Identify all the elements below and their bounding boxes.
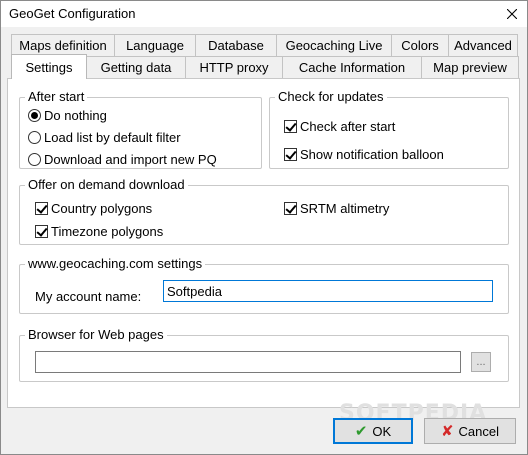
geocaching-title: www.geocaching.com settings [25,256,206,272]
tab-map-preview[interactable]: Map preview [421,56,519,78]
tab-label: Settings [25,59,73,75]
tab-label: Maps definition [19,38,107,53]
tab-label: Colors [401,38,439,53]
config-dialog: GeoGet Configuration Maps definition Lan… [0,0,528,455]
on-demand-group: Offer on demand download Country polygon… [19,177,509,245]
check-after-start[interactable]: Check after start [284,119,395,134]
tab-database[interactable]: Database [195,34,277,56]
tab-settings[interactable]: Settings [11,54,87,79]
tab-label: Geocaching Live [285,38,383,53]
tab-http-proxy[interactable]: HTTP proxy [185,56,283,78]
tab-label: HTTP proxy [199,60,269,75]
checkbox-label: Show notification balloon [300,147,444,162]
check-timezone-polygons[interactable]: Timezone polygons [35,224,163,239]
tab-geocaching-live[interactable]: Geocaching Live [276,34,392,56]
radio-button[interactable] [28,153,41,166]
cross-icon: ✘ [440,423,454,440]
account-name-label: My account name: [35,289,142,304]
tab-label: Getting data [100,60,172,75]
close-button[interactable] [497,1,527,27]
radio-do-nothing[interactable]: Do nothing [28,108,107,123]
browser-path-input[interactable] [35,351,461,373]
tab-label: Cache Information [298,60,406,75]
check-country-polygons[interactable]: Country polygons [35,201,152,216]
tab-maps-definition[interactable]: Maps definition [11,34,115,56]
check-srtm-altimetry[interactable]: SRTM altimetry [284,201,389,216]
geocaching-group: www.geocaching.com settings My account n… [19,256,509,314]
check-updates-title: Check for updates [275,89,387,105]
tab-advanced[interactable]: Advanced [448,34,518,56]
check-notification-balloon[interactable]: Show notification balloon [284,147,444,162]
cancel-label: Cancel [458,423,500,439]
settings-panel: After start Do nothing Load list by defa… [7,78,520,408]
tab-label: Database [208,38,264,53]
checkbox-label: Timezone polygons [51,224,164,239]
check-icon: ✔ [354,423,368,440]
radio-label: Do nothing [44,108,107,123]
cancel-button[interactable]: ✘ Cancel [424,418,516,444]
radio-button[interactable] [28,109,41,122]
window-title: GeoGet Configuration [9,6,136,21]
checkbox[interactable] [284,202,297,215]
checkbox-label: Country polygons [51,201,153,216]
checkbox[interactable] [35,225,48,238]
checkbox-label: Check after start [300,119,396,134]
tab-label: Map preview [433,60,507,75]
account-name-input[interactable] [163,280,493,302]
ok-button[interactable]: ✔ OK [333,418,413,444]
radio-button[interactable] [28,131,41,144]
tab-row-back: Maps definition Language Database Geocac… [11,34,518,56]
check-updates-group: Check for updates Check after start Show… [269,89,509,169]
radio-label: Download and import new PQ [44,152,217,167]
after-start-title: After start [25,89,88,105]
browser-title: Browser for Web pages [25,327,167,343]
on-demand-title: Offer on demand download [25,177,188,193]
tab-label: Language [126,38,184,53]
radio-download-pq[interactable]: Download and import new PQ [28,152,217,167]
after-start-group: After start Do nothing Load list by defa… [19,89,262,169]
tab-colors[interactable]: Colors [391,34,449,56]
checkbox[interactable] [284,148,297,161]
tab-row-front: Settings Getting data HTTP proxy Cache I… [11,54,519,79]
radio-load-list[interactable]: Load list by default filter [28,130,181,145]
browse-label: ... [476,356,486,368]
close-icon [507,9,517,19]
ok-label: OK [372,423,392,439]
browser-group: Browser for Web pages ... [19,327,509,382]
title-bar: GeoGet Configuration [1,1,527,27]
checkbox[interactable] [284,120,297,133]
checkbox[interactable] [35,202,48,215]
tab-cache-information[interactable]: Cache Information [282,56,422,78]
browse-button[interactable]: ... [471,352,491,372]
radio-label: Load list by default filter [44,130,181,145]
tab-label: Advanced [454,38,512,53]
tab-getting-data[interactable]: Getting data [86,56,186,78]
tab-language[interactable]: Language [114,34,196,56]
checkbox-label: SRTM altimetry [300,201,390,216]
